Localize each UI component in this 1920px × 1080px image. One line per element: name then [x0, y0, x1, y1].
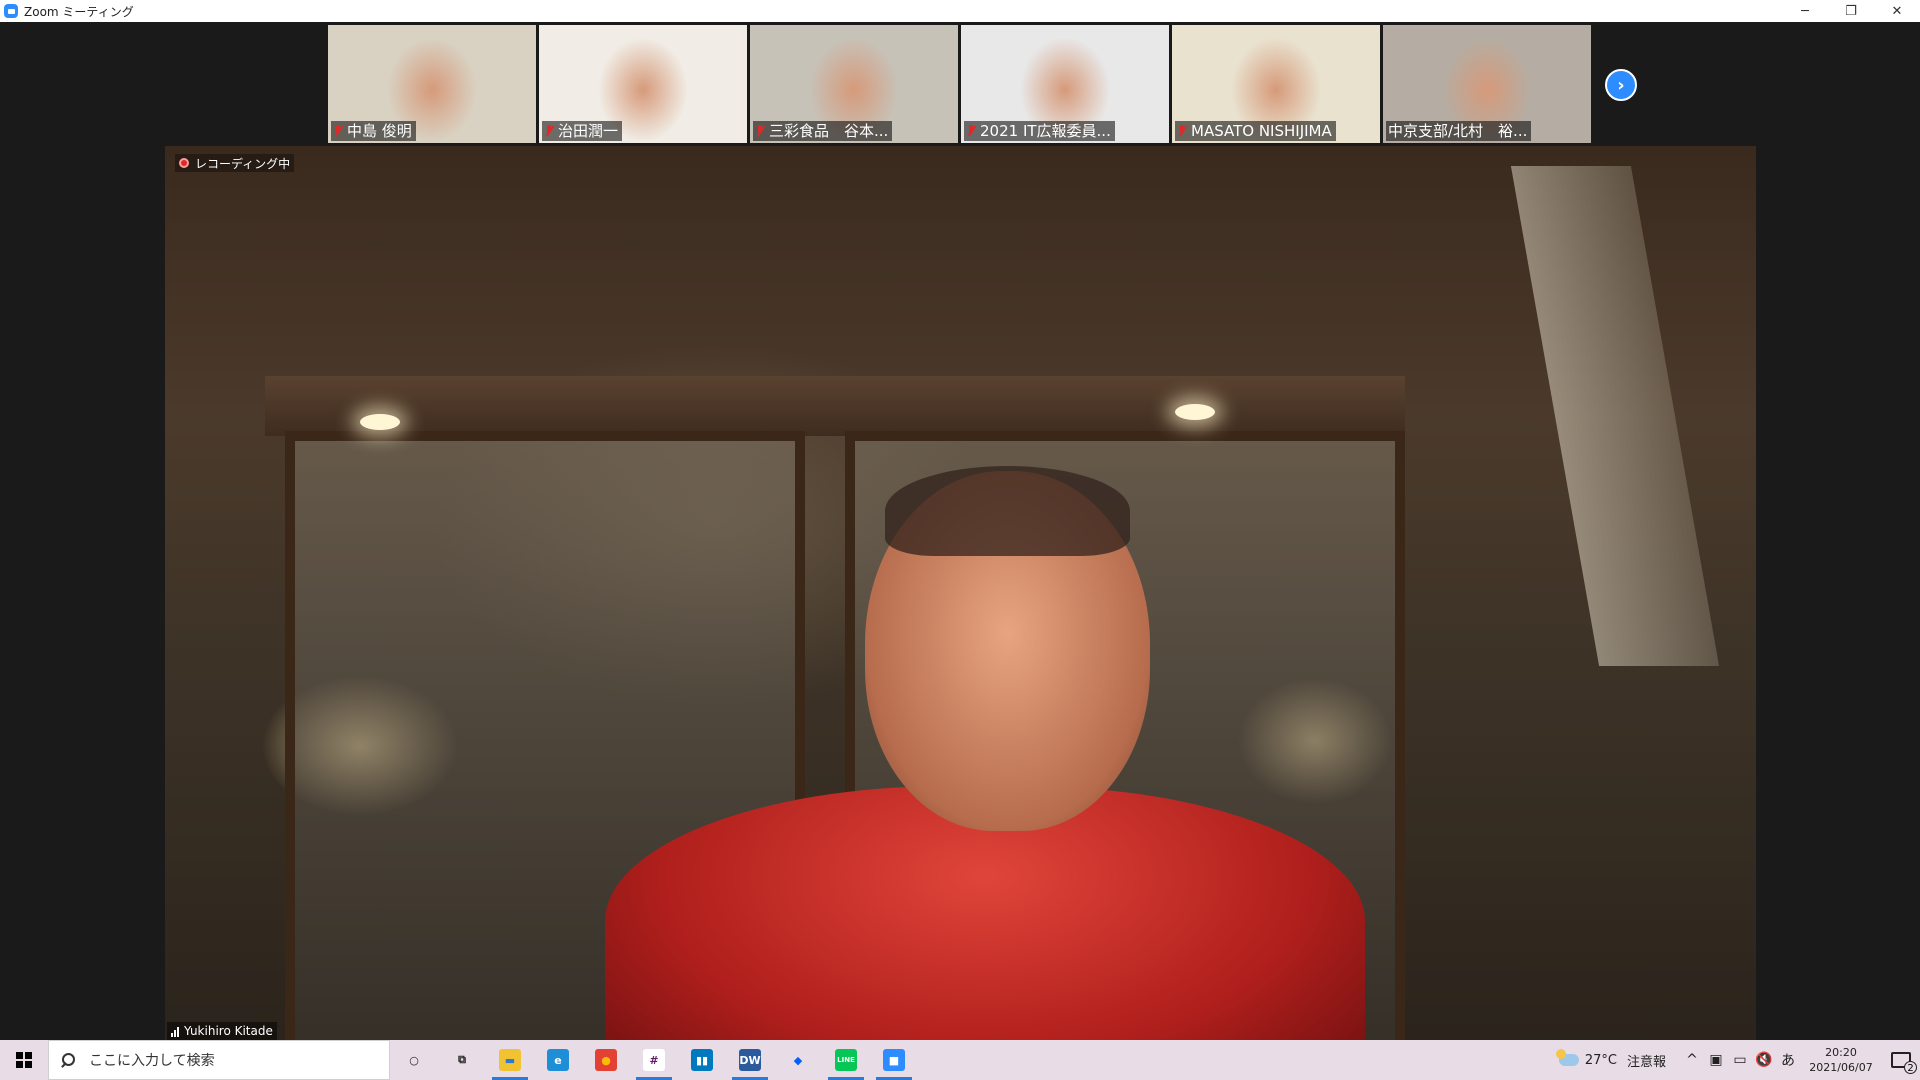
recording-label: レコーディング中 [195, 156, 291, 171]
slack-icon-glyph: # [643, 1049, 665, 1071]
file-explorer-icon-glyph: ▬ [499, 1049, 521, 1071]
mic-muted-icon [1177, 124, 1187, 138]
volume-muted-icon[interactable]: 🔇 [1752, 1040, 1776, 1080]
participant-name-tag: 三彩食品 谷本... [753, 121, 893, 141]
mic-muted-icon [966, 124, 976, 138]
task-view-icon[interactable]: ⧉ [438, 1040, 486, 1080]
weather-temp: 27°C [1584, 1052, 1617, 1068]
tray-device-icon[interactable]: ▣ [1704, 1040, 1728, 1080]
trello-icon[interactable]: ▮▮ [678, 1040, 726, 1080]
dropbox-icon[interactable]: ◆ [774, 1040, 822, 1080]
speaker-name: Yukihiro Kitade [184, 1024, 273, 1038]
participant-thumbnail[interactable]: 中京支部/北村 裕... [1383, 25, 1591, 143]
taskbar-search-box[interactable]: ここに入力して検索 [48, 1040, 390, 1080]
zoom-icon[interactable]: ■ [870, 1040, 918, 1080]
participant-name-tag: 治田潤一 [542, 121, 623, 141]
ceiling-light [360, 414, 400, 430]
cortana-icon-glyph: ○ [409, 1053, 419, 1067]
search-placeholder: ここに入力して検索 [89, 1053, 215, 1069]
weather-widget[interactable]: 27°C 注意報 [1555, 1049, 1666, 1070]
participant-thumbnails: 中島 俊明 治田潤一 三彩食品 谷本... 2021 IT広報委員... MAS… [328, 25, 1591, 143]
zoom-app-icon [4, 4, 18, 18]
dreamweaver-icon-glyph: DW [739, 1049, 761, 1071]
zoom-icon-glyph: ■ [883, 1049, 905, 1071]
participant-name: 中島 俊明 [347, 122, 412, 140]
speaker-name-tag: Yukihiro Kitade [167, 1022, 277, 1040]
windows-logo-icon [16, 1052, 32, 1068]
ceiling-light [1175, 404, 1215, 420]
participant-name-tag: 中京支部/北村 裕... [1386, 121, 1532, 141]
line-icon-glyph: LINE [835, 1049, 857, 1071]
participant-thumbnail[interactable]: 2021 IT広報委員... [961, 25, 1169, 143]
mic-muted-icon [333, 124, 343, 138]
slack-icon[interactable]: # [630, 1040, 678, 1080]
participant-thumbnail[interactable]: 治田潤一 [539, 25, 747, 143]
participant-name-tag: MASATO NISHIJIMA [1175, 121, 1336, 141]
network-icon[interactable]: ▭ [1728, 1040, 1752, 1080]
next-page-chevron-icon[interactable]: › [1605, 69, 1637, 101]
recording-indicator[interactable]: レコーディング中 [175, 154, 295, 172]
record-dot-icon [179, 158, 189, 168]
meeting-stage: 中島 俊明 治田潤一 三彩食品 谷本... 2021 IT広報委員... MAS… [0, 22, 1920, 1040]
participant-name-tag: 2021 IT広報委員... [964, 121, 1115, 141]
dreamweaver-icon[interactable]: DW [726, 1040, 774, 1080]
taskbar-apps: ○ ⧉ ▬ e ● # ▮▮ DW ◆ LINE ■ [390, 1040, 918, 1080]
clock-time: 20:20 [1825, 1046, 1857, 1059]
trello-icon-glyph: ▮▮ [691, 1049, 713, 1071]
clock-date: 2021/06/07 [1809, 1061, 1873, 1074]
weather-alert: 注意報 [1626, 1054, 1666, 1070]
signal-strength-icon [171, 1026, 179, 1037]
edge-icon-glyph: e [547, 1049, 569, 1071]
line-icon[interactable]: LINE [822, 1040, 870, 1080]
chrome-icon-glyph: ● [595, 1049, 617, 1071]
participant-name: 三彩食品 谷本... [769, 122, 889, 140]
active-speaker-video[interactable]: レコーディング中 Yukihiro Kitade [165, 146, 1756, 1040]
participant-name: 2021 IT広報委員... [980, 122, 1111, 140]
window-titlebar: Zoom ミーティング ─ ❐ ✕ [0, 0, 1920, 22]
dropbox-icon-glyph: ◆ [793, 1053, 803, 1067]
mic-muted-icon [544, 124, 554, 138]
edge-icon[interactable]: e [534, 1040, 582, 1080]
weather-cloud-icon [1555, 1049, 1579, 1066]
participant-name: 治田潤一 [558, 122, 619, 140]
task-view-icon-glyph: ⧉ [458, 1053, 466, 1066]
participant-thumbnail[interactable]: 三彩食品 谷本... [750, 25, 958, 143]
chrome-icon[interactable]: ● [582, 1040, 630, 1080]
close-button[interactable]: ✕ [1874, 0, 1920, 22]
background-door-frame [265, 376, 1405, 436]
mic-muted-icon [755, 124, 765, 138]
start-button[interactable] [0, 1040, 48, 1080]
restore-button[interactable]: ❐ [1828, 0, 1874, 22]
window-controls: ─ ❐ ✕ [1782, 0, 1920, 22]
minimize-button[interactable]: ─ [1782, 0, 1828, 22]
taskbar-clock[interactable]: 20:20 2021/06/07 [1806, 1045, 1876, 1075]
notification-center-icon[interactable]: 2 [1882, 1040, 1920, 1080]
ime-mode-icon[interactable]: あ [1776, 1040, 1800, 1080]
show-hidden-icons-chevron-icon[interactable]: ^ [1680, 1040, 1704, 1080]
participant-thumbnail[interactable]: 中島 俊明 [328, 25, 536, 143]
cortana-icon[interactable]: ○ [390, 1040, 438, 1080]
search-icon [61, 1053, 75, 1067]
system-tray: 27°C 注意報 ^ ▣ ▭ 🔇 あ 20:20 2021/06/07 2 [1555, 1040, 1920, 1080]
speaker-hair [885, 466, 1130, 556]
participant-name-tag: 中島 俊明 [331, 121, 416, 141]
participant-name: MASATO NISHIJIMA [1191, 122, 1332, 140]
participant-thumbnail[interactable]: MASATO NISHIJIMA [1172, 25, 1380, 143]
background-curtain [1510, 166, 1720, 666]
windows-taskbar: ここに入力して検索 ○ ⧉ ▬ e ● # ▮▮ DW ◆ LINE ■ 27°C 注意報 ^ ▣ … [0, 1040, 1920, 1080]
participant-name: 中京支部/北村 裕... [1388, 122, 1528, 140]
notification-count: 2 [1904, 1061, 1917, 1074]
window-title: Zoom ミーティング [24, 4, 134, 19]
file-explorer-icon[interactable]: ▬ [486, 1040, 534, 1080]
